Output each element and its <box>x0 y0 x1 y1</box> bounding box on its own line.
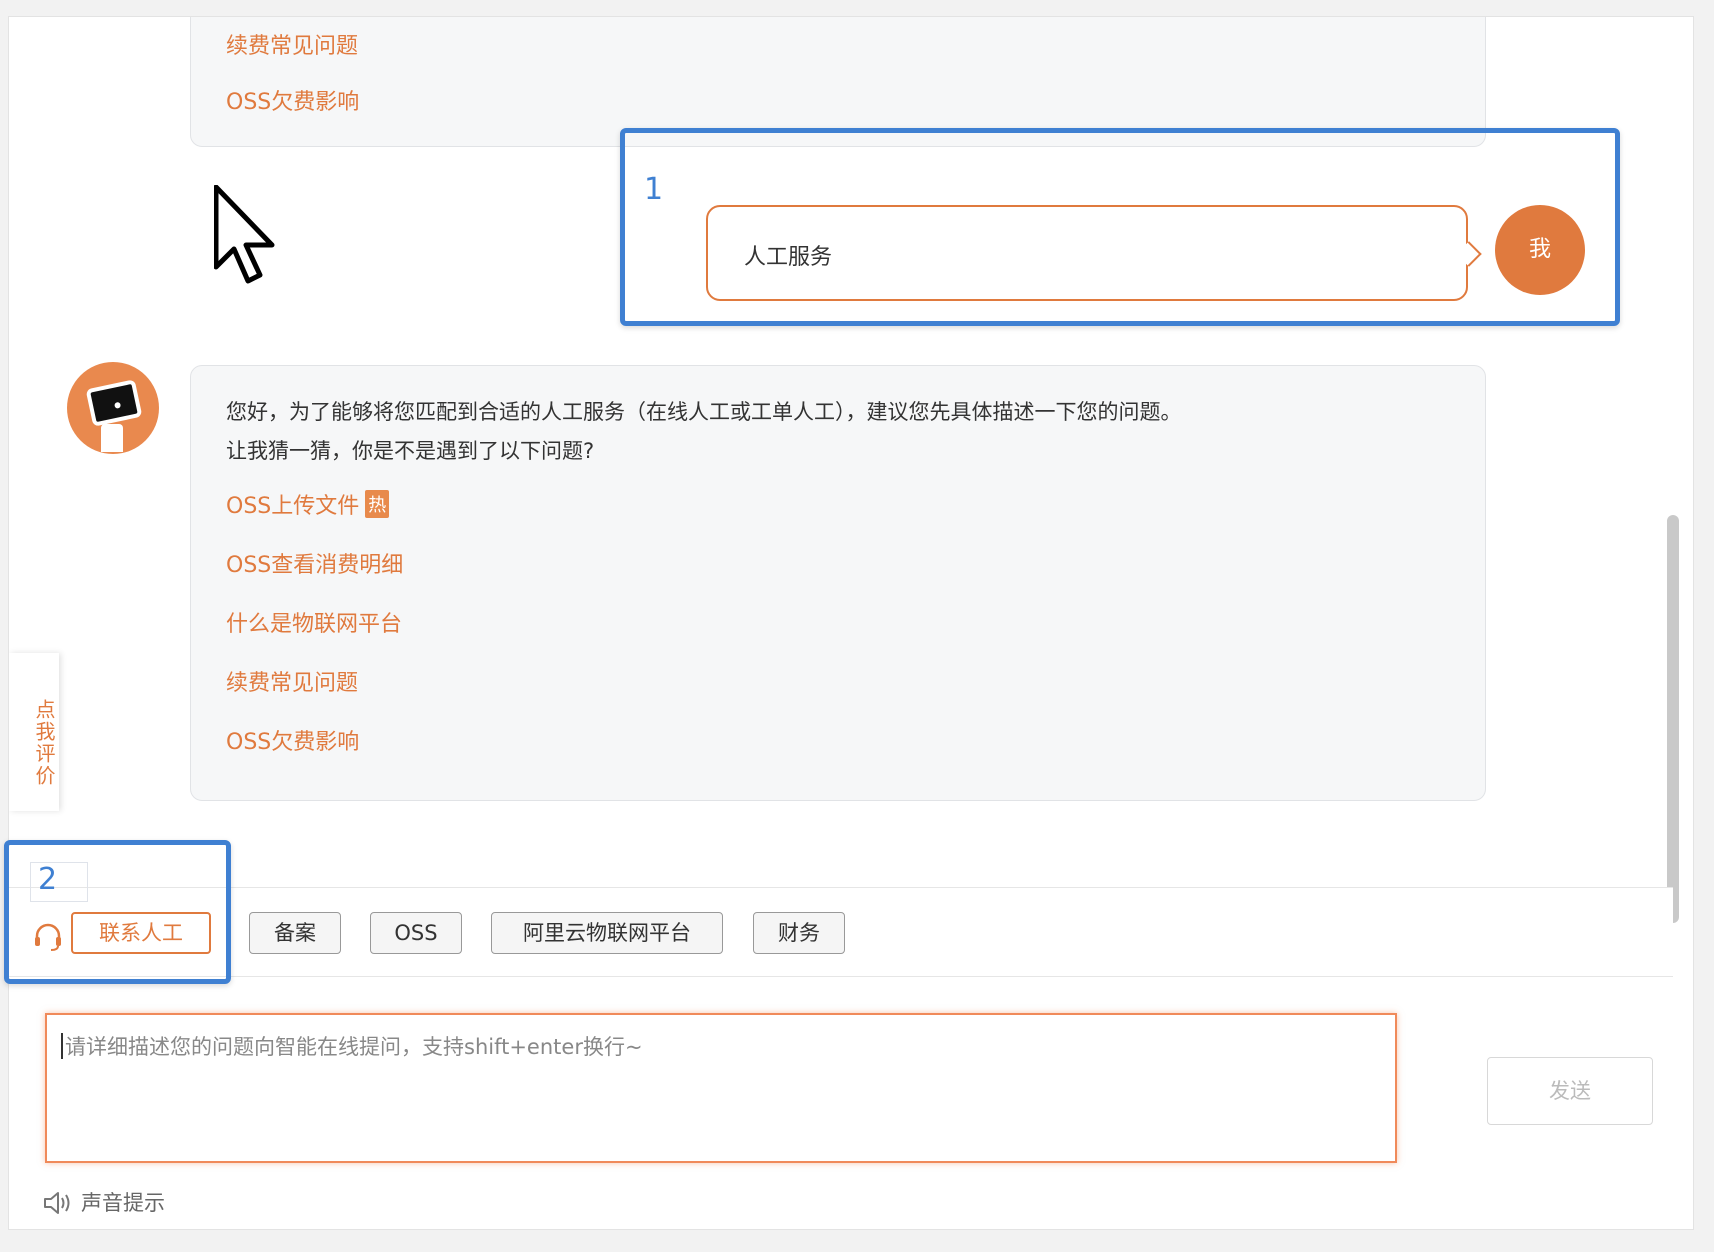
bot-avatar <box>67 362 159 454</box>
faq-link-oss-arrears[interactable]: OSS欠费影响 <box>226 84 359 116</box>
faq-link-label: OSS上传文件 <box>226 494 360 519</box>
bot-message-bubble: 您好，为了能够将您匹配到合适的人工服务（在线人工或工单人工），建议您先具体描述一… <box>190 365 1486 801</box>
question-input[interactable]: 请详细描述您的问题向智能在线提问，支持shift+enter换行~ <box>45 1013 1397 1163</box>
annotation-number-2: 2 <box>38 862 58 897</box>
send-button[interactable]: 发送 <box>1487 1057 1653 1125</box>
quick-chip-oss[interactable]: OSS <box>370 912 462 954</box>
text-caret <box>61 1033 63 1059</box>
sound-toggle-label: 声音提示 <box>81 1191 165 1215</box>
faq-link-oss-arrears[interactable]: OSS欠费影响 <box>226 724 359 756</box>
quick-chip-finance[interactable]: 财务 <box>753 912 845 954</box>
faq-link-oss-upload[interactable]: OSS上传文件热 <box>226 488 390 520</box>
quick-action-bar: 联系人工 备案 OSS 阿里云物联网平台 财务 <box>9 887 1673 977</box>
speaker-icon <box>44 1192 70 1214</box>
rate-us-tab[interactable]: 点我评价 <box>9 653 59 811</box>
hot-badge: 热 <box>365 490 390 518</box>
bot-message-line: 您好，为了能够将您匹配到合适的人工服务（在线人工或工单人工），建议您先具体描述一… <box>226 400 1182 424</box>
annotation-number-1: 1 <box>644 172 664 207</box>
scrollbar-thumb[interactable] <box>1667 515 1679 923</box>
quick-chip-icp[interactable]: 备案 <box>249 912 341 954</box>
sound-toggle[interactable]: 声音提示 <box>43 1187 165 1217</box>
robot-icon <box>85 379 143 427</box>
annotation-box-1 <box>620 128 1620 326</box>
faq-link-renewal[interactable]: 续费常见问题 <box>226 665 358 697</box>
bot-message-line: 让我猜一猜，你是不是遇到了以下问题? <box>226 439 595 463</box>
faq-link-iot-platform[interactable]: 什么是物联网平台 <box>226 606 402 638</box>
quick-chip-iot[interactable]: 阿里云物联网平台 <box>491 912 723 954</box>
mouse-cursor-icon <box>214 185 275 284</box>
faq-link-renewal[interactable]: 续费常见问题 <box>226 28 358 60</box>
question-input-placeholder: 请详细描述您的问题向智能在线提问，支持shift+enter换行~ <box>65 1035 643 1059</box>
faq-link-oss-billing[interactable]: OSS查看消费明细 <box>226 547 403 579</box>
